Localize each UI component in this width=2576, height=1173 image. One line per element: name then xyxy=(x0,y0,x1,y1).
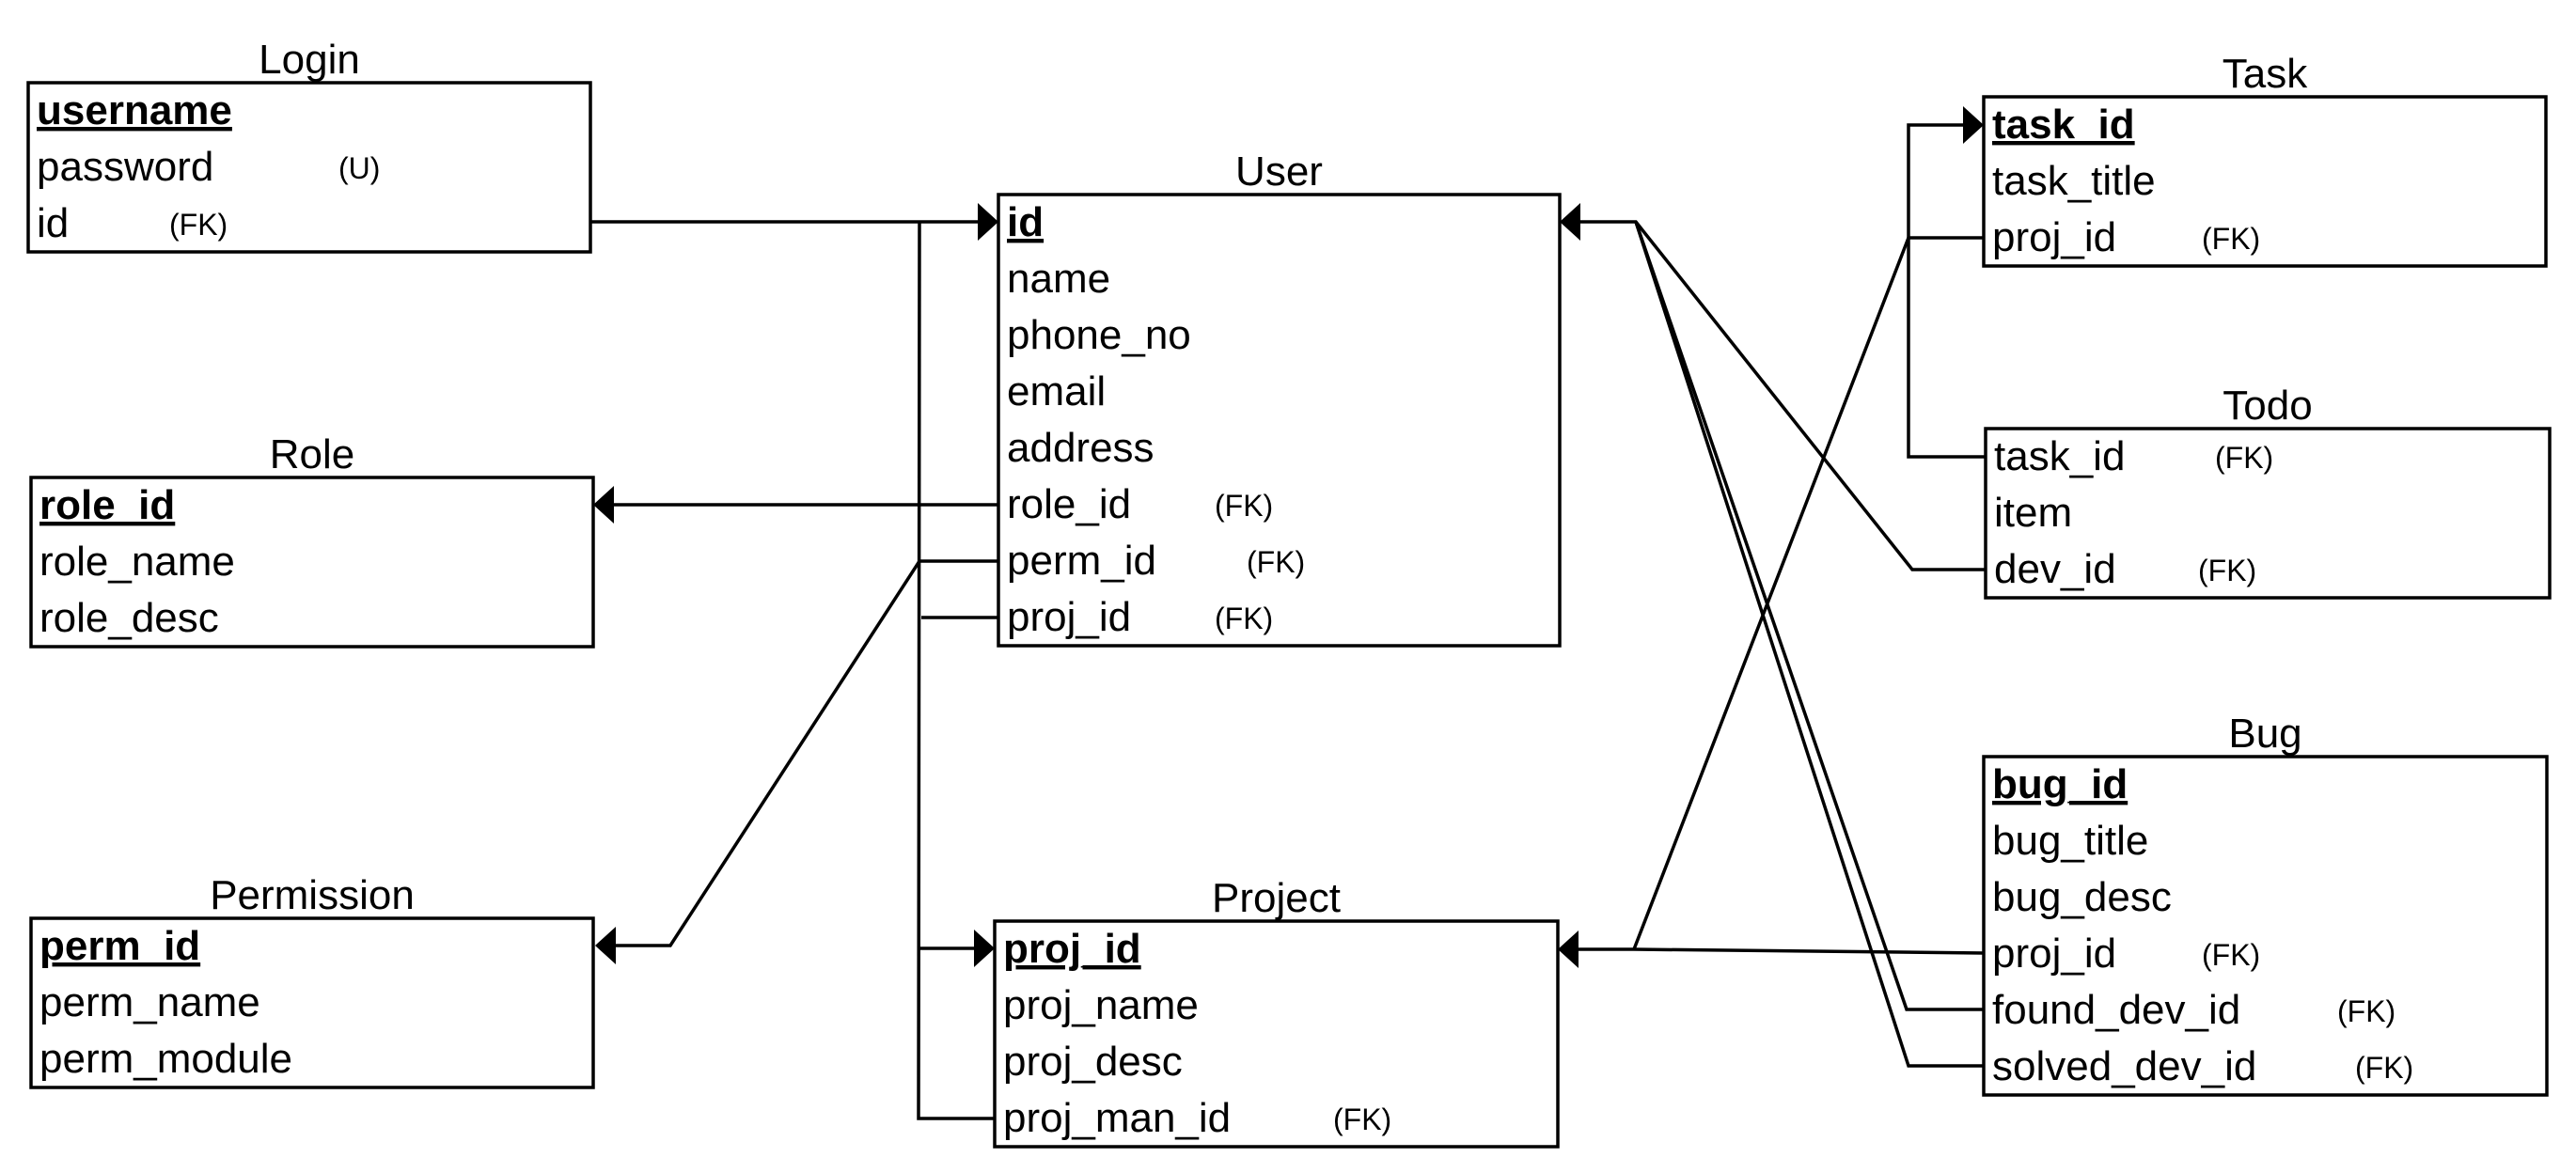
link-bug-found-dev-to-user xyxy=(1634,221,1984,1011)
entity-bug: Bug bug_id bug_title bug_desc proj_id (FK) fou… xyxy=(1982,711,2549,1097)
task-field-task-id: task_id xyxy=(1992,102,2135,148)
bug-field-bug-title: bug_title xyxy=(1992,818,2148,864)
arrowhead-user-id-left xyxy=(978,203,998,241)
entity-user: User id name phone_noemail address role_id (FK… xyxy=(997,149,1562,648)
login-field-id-tag: (FK) xyxy=(169,208,228,242)
bug-entity-title: Bug xyxy=(2228,711,2301,757)
link-project-manager-to-user xyxy=(917,221,995,1120)
link-todo-task-to-task xyxy=(1907,123,1986,459)
login-field-password-tag: (U) xyxy=(338,151,380,185)
project-entity-title: Project xyxy=(1212,875,1341,921)
user-field-proj-id-tag: (FK) xyxy=(1215,602,1273,635)
entity-task: Task task_id task_title proj_id (FK) xyxy=(1982,51,2548,268)
user-field-name: name xyxy=(1007,256,1110,302)
role-field-role-name: role_name xyxy=(39,539,235,585)
bug-field-solved-dev-id: solved_dev_id xyxy=(1992,1043,2256,1089)
task-entity-title: Task xyxy=(2223,51,2308,97)
bug-field-solved-dev-id-tag: (FK) xyxy=(2355,1051,2413,1085)
entity-login: Login username password (U) id (FK) xyxy=(26,37,592,254)
permission-entity-title: Permission xyxy=(210,872,415,918)
todo-field-dev-id: dev_id xyxy=(1994,546,2116,592)
bug-field-bug-id: bug_id xyxy=(1992,761,2128,807)
user-field-id: id xyxy=(1007,199,1044,245)
task-field-proj-id: proj_id xyxy=(1992,214,2116,260)
role-entity-title: Role xyxy=(270,431,355,477)
permission-field-perm-module: perm_module xyxy=(39,1036,292,1082)
bug-field-found-dev-id-tag: (FK) xyxy=(2337,994,2395,1028)
arrowhead-project-proj-id-right xyxy=(1558,931,1579,968)
user-field-email: email xyxy=(1007,368,1106,414)
project-field-proj-desc: proj_desc xyxy=(1003,1039,1183,1085)
user-entity-title: User xyxy=(1235,149,1323,195)
bug-field-bug-desc: bug_desc xyxy=(1992,874,2172,920)
arrowhead-role-id xyxy=(593,486,614,524)
todo-entity-title: Todo xyxy=(2223,383,2312,429)
user-field-phone-no: phone_no xyxy=(1007,312,1191,358)
link-todo-dev-to-user xyxy=(1577,220,1986,571)
link-bug-solved-dev-to-user xyxy=(1634,221,1984,1068)
user-field-proj-id: proj_id xyxy=(1007,594,1131,640)
project-field-proj-man-id-tag: (FK) xyxy=(1333,1103,1391,1136)
project-field-proj-man-id: proj_man_id xyxy=(1003,1095,1231,1141)
entity-permission: Permissionperm_id perm_name perm_module xyxy=(29,872,595,1089)
login-field-id: id xyxy=(37,200,69,246)
entity-todo: Todo task_id (FK) item dev_id (FK) xyxy=(1984,383,2552,600)
role-field-role-id: role_id xyxy=(39,482,175,528)
user-field-perm-id: perm_id xyxy=(1007,538,1156,584)
bug-field-proj-id: proj_id xyxy=(1992,931,2116,977)
task-field-task-title: task_title xyxy=(1992,158,2156,204)
entity-boxes: Login username password (U) id (FK) Role role_i… xyxy=(26,37,2552,1149)
er-diagram: Login username password (U) id (FK) Role role_i… xyxy=(26,37,2552,1149)
user-field-role-id: role_id xyxy=(1007,481,1131,527)
link-bug-proj-to-project xyxy=(1575,947,1985,955)
task-field-proj-id-tag: (FK) xyxy=(2202,222,2260,256)
login-field-username: username xyxy=(37,87,232,133)
entity-project: Project proj_id proj_name proj_desc proj_man… xyxy=(993,875,1560,1149)
arrowhead-perm-id xyxy=(595,927,616,964)
todo-field-task-id-tag: (FK) xyxy=(2215,441,2273,475)
user-field-address: address xyxy=(1007,425,1154,471)
todo-field-task-id: task_id xyxy=(1994,433,2125,479)
login-entity-title: Login xyxy=(259,37,360,83)
bug-field-proj-id-tag: (FK) xyxy=(2202,938,2260,972)
user-field-role-id-tag: (FK) xyxy=(1215,489,1273,523)
user-field-perm-id-tag: (FK) xyxy=(1247,545,1305,579)
todo-field-dev-id-tag: (FK) xyxy=(2198,554,2256,587)
permission-field-perm-id: perm_id xyxy=(39,923,200,969)
todo-field-item: item xyxy=(1994,490,2072,536)
project-field-proj-id: proj_id xyxy=(1003,926,1141,972)
arrowhead-task-id xyxy=(1963,106,1984,144)
role-field-role-desc: role_desc xyxy=(39,595,219,641)
bug-field-found-dev-id: found_dev_id xyxy=(1992,987,2240,1033)
project-field-proj-name: proj_name xyxy=(1003,982,1199,1028)
login-field-password: password xyxy=(37,144,213,190)
link-task-proj-to-project xyxy=(1632,236,1984,950)
permission-field-perm-name: perm_name xyxy=(39,979,260,1025)
entity-role: Role role_id role_name role_desc xyxy=(29,431,595,649)
arrowhead-project-proj-id-left xyxy=(974,930,995,967)
arrowhead-user-id-right xyxy=(1560,203,1580,241)
